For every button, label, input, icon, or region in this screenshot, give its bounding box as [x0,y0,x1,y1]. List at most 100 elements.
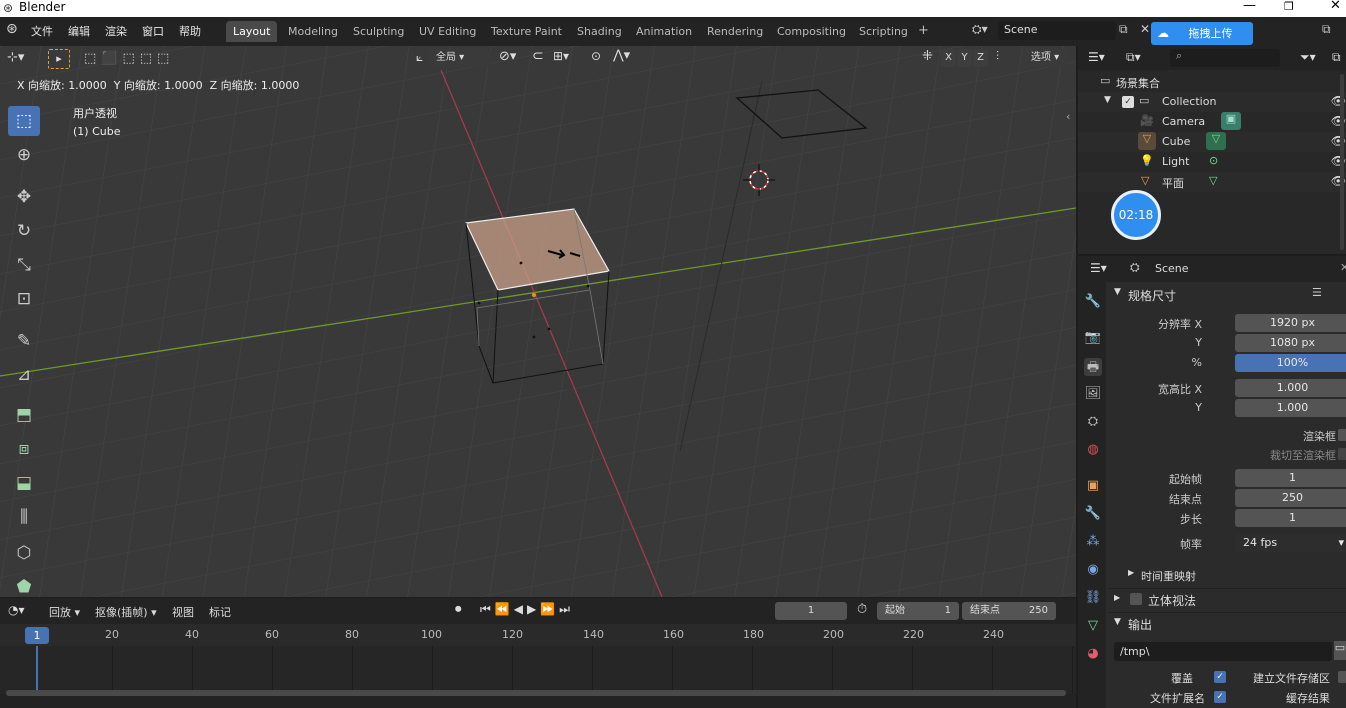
outliner-item-cube[interactable]: ▽ Cube ▽ 👁 [1078,132,1346,152]
remove-scene-icon[interactable]: ✕ [1140,22,1150,36]
frame-end-field[interactable]: 250 [1235,489,1346,507]
mirror-icon[interactable]: ⫶ [996,49,999,64]
resolution-x-field[interactable]: 1920 px [1235,314,1346,332]
tab-rendering[interactable]: Rendering [700,21,770,42]
stereoscopy-checkbox[interactable] [1130,593,1142,605]
playback-controls[interactable]: ⏮⏪◀▶⏩⏭ [480,602,574,617]
render-region-checkbox[interactable] [1338,429,1346,441]
data-tab-icon[interactable]: ▽ [1084,618,1102,636]
blender-menu-icon[interactable]: ⊛ [6,21,18,37]
constraints-tab-icon[interactable]: ⛓ [1084,590,1102,608]
falloff-icon[interactable]: ⋀▾ [613,48,630,63]
tab-layout[interactable]: Layout [226,21,278,42]
output-path-field[interactable]: /tmp\ [1114,642,1332,661]
timeline-editor-type-icon[interactable]: ◔▾ [8,603,25,617]
tab-animation[interactable]: Animation [629,21,699,42]
close-icon[interactable]: ✕ [1330,0,1341,13]
pin-icon[interactable]: ✕ [1340,261,1346,274]
tab-scripting[interactable]: Scripting [852,21,915,42]
scene-selector-icon[interactable]: ⛭▾ [972,22,988,37]
timer-badge[interactable]: 02:18 [1111,190,1161,240]
playback-menu[interactable]: 回放 ▾ [49,604,80,620]
outliner-item-plane[interactable]: ▽ 平面 ▽ 👁 [1078,172,1346,192]
minimize-icon[interactable]: — [1243,0,1256,13]
outliner-item-light[interactable]: 💡 Light ⊙ 👁 [1078,152,1346,172]
selection-mode-group[interactable]: ⬚⬛⬚⬚⬚ [84,50,180,67]
proportional-edit-icon[interactable]: ⊙ [591,49,601,63]
new-collection-icon[interactable]: ⧉ [1332,50,1341,65]
crop-region-checkbox[interactable] [1338,448,1346,460]
inset-tool-icon[interactable]: ⬓ [8,468,40,498]
pivot-point-icon[interactable]: ⊘▾ [499,49,516,64]
snap-icon[interactable]: ⊂ [532,48,544,64]
start-frame-field[interactable]: 起始 1 [877,602,959,620]
axis-z-toggle[interactable]: Z [973,49,988,67]
placeholders-checkbox[interactable] [1338,671,1346,683]
outliner-scrollbar[interactable] [1340,74,1344,250]
menu-window[interactable]: 窗口 [142,23,164,39]
properties-type-icon[interactable]: ☰▾ [1090,261,1107,275]
menu-help[interactable]: 帮助 [179,23,201,39]
select-mode-button[interactable]: ▸ [48,49,70,69]
frame-step-field[interactable]: 1 [1235,509,1346,527]
time-remap-subpanel[interactable]: ▶ 时间重映射 [1078,565,1346,583]
snap-target-icon[interactable]: ⊞▾ [553,49,569,63]
menu-edit[interactable]: 编辑 [68,23,90,39]
knife-tool-icon[interactable]: ⬡ [8,538,40,568]
timeline-ruler[interactable]: 1 20 40 60 80 100 120 140 160 180 200 22… [0,624,1076,646]
outliner-root-row[interactable]: ▭ 场景集合 [1078,72,1346,92]
display-mode-icon[interactable]: ⧉▾ [1126,50,1141,65]
marker-menu[interactable]: 标记 [209,604,231,620]
format-panel-header[interactable]: ▼ 规格尺寸 ☰ [1108,284,1346,304]
tool-tab-icon[interactable]: 🔧 [1084,294,1102,312]
outliner-search-input[interactable]: ⌕ [1170,49,1280,67]
annotate-tool-icon[interactable]: ✎ [8,326,40,356]
editor-type-icon[interactable]: ⊹▾ [7,50,24,65]
rotate-tool-icon[interactable]: ↻ [8,216,40,246]
frame-start-field[interactable]: 1 [1235,469,1346,487]
timeline-editor[interactable]: ◔▾ 回放 ▾ 抠像(插帧) ▾ 视图 标记 ⏺ ⏮⏪◀▶⏩⏭ 1 ⏱ 起始 1… [0,598,1076,708]
view-layer-icon[interactable]: ⧉ [1322,22,1331,37]
tab-uv-editing[interactable]: UV Editing [412,21,483,42]
stereoscopy-panel-header[interactable]: ▶ 立体视法 [1108,588,1346,608]
copy-scene-icon[interactable]: ⧉ [1119,22,1128,37]
axis-x-toggle[interactable]: X [941,49,956,67]
sidebar-toggle-icon[interactable]: ‹ [1066,110,1070,123]
tab-texture-paint[interactable]: Texture Paint [484,21,569,42]
move-tool-icon[interactable]: ✥ [8,182,40,212]
extrude-tool-icon[interactable]: ⧈ [8,434,40,464]
material-tab-icon[interactable]: ◕ [1084,646,1102,664]
select-box-tool-icon[interactable]: ⬚ [8,106,40,136]
collection-checkbox[interactable]: ✓ [1122,96,1134,108]
mesh-data-icon[interactable]: ▽ [1209,174,1217,187]
transform-tool-icon[interactable]: ⊡ [8,284,40,314]
gizmo-icon[interactable]: ⁜ [922,49,933,64]
outliner-type-icon[interactable]: ☰▾ [1088,50,1105,64]
outliner-item-camera[interactable]: 🎥 Camera ▣ 👁 [1078,112,1346,132]
aspect-x-field[interactable]: 1.000 [1235,379,1346,397]
frame-rate-dropdown[interactable]: 24 fps ▾ [1235,534,1346,552]
scale-tool-icon[interactable]: ⤡ [8,250,40,280]
presets-icon[interactable]: ☰ [1312,286,1322,299]
view-menu[interactable]: 视图 [172,604,194,620]
properties-editor[interactable]: ☰▾ ⛭ Scene ✕ 🔧 📷 🖶 🖼 ⛭ ◍ ▣ 🔧 ⁂ ◉ ⛓ ▽ ◕ ▼… [1078,256,1346,708]
resolution-y-field[interactable]: 1080 px [1235,334,1346,352]
overwrite-checkbox[interactable]: ✓ [1214,671,1226,683]
3d-viewport[interactable]: ⊹▾ ▸ ⬚⬛⬚⬚⬚ ⟀ 全局 ▾ ⊘▾ ⊂ ⊞▾ ⊙ ⋀▾ ⁜ X Y Z ⫶… [0,46,1076,597]
tab-modeling[interactable]: Modeling [281,21,345,42]
maximize-icon[interactable]: ❐ [1284,0,1294,13]
cursor-tool-icon[interactable]: ⊕ [8,140,40,170]
end-frame-field[interactable]: 结束点 250 [962,602,1056,620]
mesh-data-icon[interactable]: ▽ [1206,132,1226,150]
tab-shading[interactable]: Shading [570,21,629,42]
add-cube-tool-icon[interactable]: ⬒ [8,400,40,430]
record-icon[interactable]: ⏺ [455,602,462,617]
filter-icon[interactable]: ⏷▾ [1300,50,1316,65]
outliner-collection-row[interactable]: ▼ ✓ ▭ Collection 👁 [1078,92,1346,112]
aspect-y-field[interactable]: 1.000 [1235,399,1346,417]
menu-file[interactable]: 文件 [31,23,53,39]
camera-data-icon[interactable]: ▣ [1221,112,1241,130]
measure-tool-icon[interactable]: ⊿ [8,360,40,390]
upload-button[interactable]: ☁ 拖拽上传 [1151,22,1253,45]
menu-render[interactable]: 渲染 [105,23,127,39]
